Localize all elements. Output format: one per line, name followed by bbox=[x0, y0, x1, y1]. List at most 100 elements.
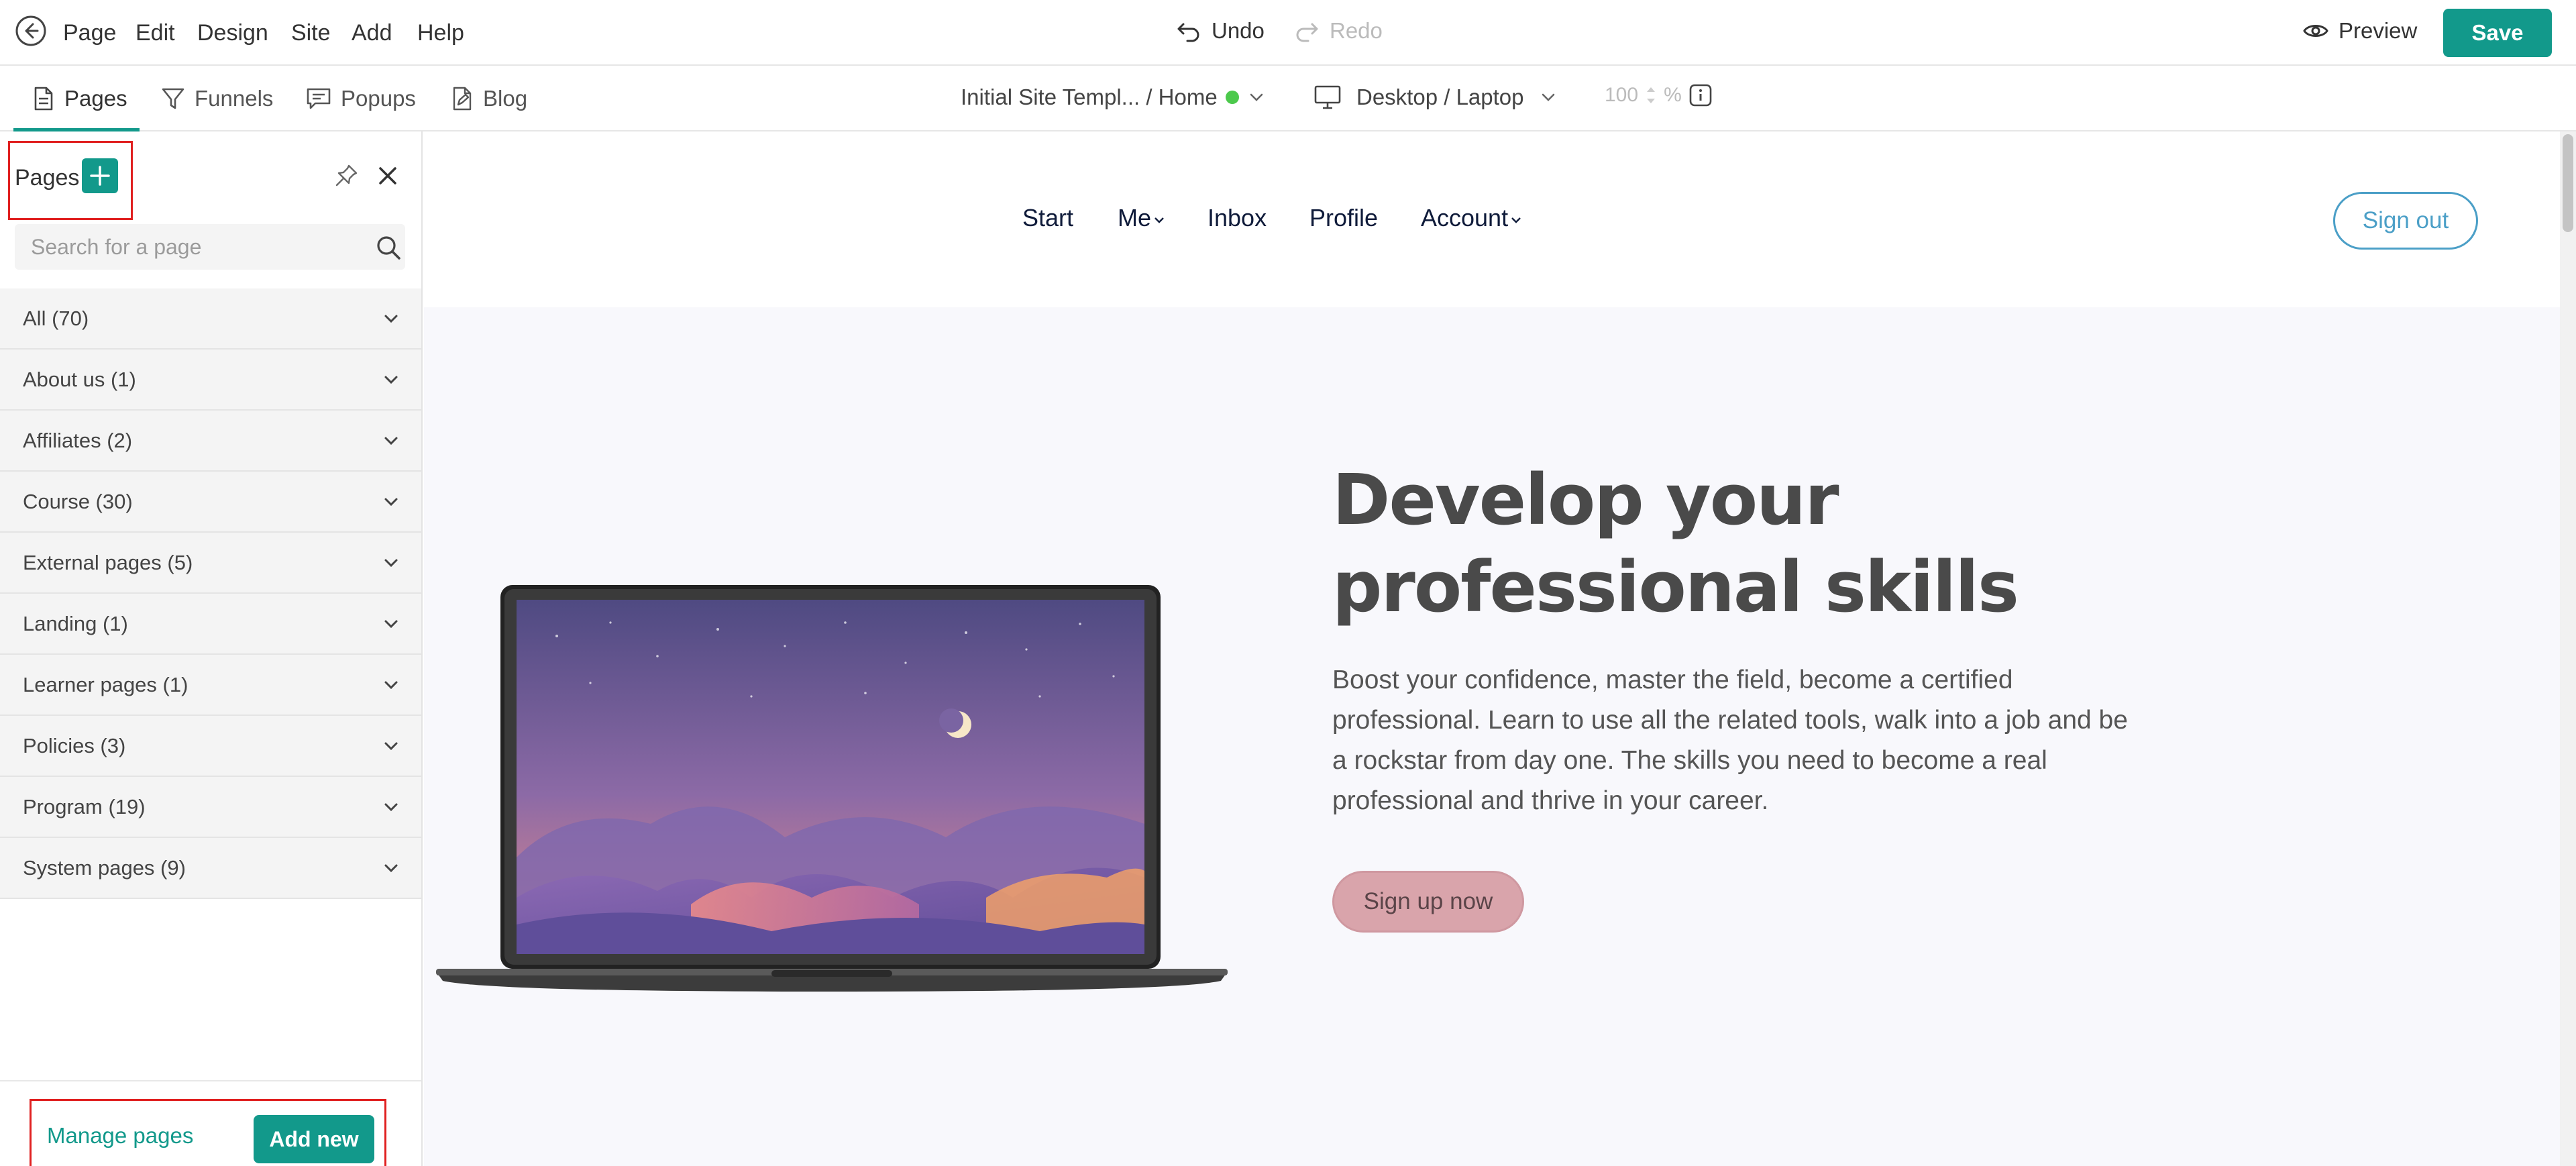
nav-account[interactable]: Account bbox=[1421, 204, 1522, 232]
nav-profile[interactable]: Profile bbox=[1309, 204, 1378, 232]
category-course[interactable]: Course (30) bbox=[0, 472, 421, 533]
tab-pages[interactable]: Pages bbox=[32, 66, 127, 131]
menu-add[interactable]: Add bbox=[352, 20, 392, 46]
tab-popups-label: Popups bbox=[341, 86, 416, 111]
chevron-down-icon bbox=[1155, 217, 1164, 223]
info-icon[interactable] bbox=[1688, 83, 1713, 107]
menu-design[interactable]: Design bbox=[197, 20, 268, 46]
menu-edit[interactable]: Edit bbox=[136, 20, 175, 46]
hero-description: Boost your confidence, master the field,… bbox=[1332, 666, 2128, 815]
redo-button[interactable]: Redo bbox=[1293, 17, 1383, 44]
nav-me[interactable]: Me bbox=[1118, 204, 1165, 232]
menu-page[interactable]: Page bbox=[63, 20, 116, 46]
undo-button[interactable]: Undo bbox=[1175, 17, 1265, 44]
pin-icon[interactable] bbox=[333, 162, 360, 189]
category-label: Course (30) bbox=[23, 489, 133, 513]
tab-funnels-label: Funnels bbox=[195, 86, 274, 111]
pages-sidebar: Pages All (70) About us (1) Affiliates (… bbox=[0, 131, 423, 1166]
preview-label: Preview bbox=[2339, 18, 2418, 43]
menu-site[interactable]: Site bbox=[291, 20, 331, 46]
eye-icon bbox=[2303, 25, 2328, 37]
chevron-down-icon bbox=[384, 315, 398, 323]
category-affiliates[interactable]: Affiliates (2) bbox=[0, 411, 421, 472]
chevron-down-icon bbox=[1511, 217, 1521, 223]
site-header: Start Me Inbox Profile Account Sign out bbox=[424, 131, 2560, 307]
redo-icon bbox=[1296, 23, 1318, 42]
nav-me-label: Me bbox=[1118, 204, 1152, 231]
tab-funnels[interactable]: Funnels bbox=[161, 66, 273, 131]
chevron-down-icon bbox=[384, 742, 398, 750]
add-page-button[interactable] bbox=[82, 158, 118, 193]
hero-section: Develop your professional skills Boost y… bbox=[424, 307, 2560, 1166]
category-system-pages[interactable]: System pages (9) bbox=[0, 838, 421, 899]
save-button[interactable]: Save bbox=[2443, 9, 2552, 57]
undo-icon bbox=[1177, 23, 1199, 42]
published-status-dot bbox=[1225, 91, 1239, 104]
add-new-button[interactable]: Add new bbox=[254, 1115, 374, 1163]
hero-title: Develop your professional skills bbox=[1332, 459, 2019, 628]
category-label: All (70) bbox=[23, 306, 89, 330]
blog-icon bbox=[453, 87, 472, 111]
undo-label: Undo bbox=[1212, 18, 1265, 43]
manage-pages-link[interactable]: Manage pages bbox=[47, 1123, 193, 1149]
page-canvas[interactable]: Start Me Inbox Profile Account Sign out bbox=[424, 131, 2560, 1166]
category-landing[interactable]: Landing (1) bbox=[0, 594, 421, 655]
tab-pages-label: Pages bbox=[64, 86, 127, 111]
category-about-us[interactable]: About us (1) bbox=[0, 350, 421, 411]
top-menu-bar: Page Edit Design Site Add Help Undo Redo… bbox=[0, 0, 2576, 66]
zoom-value[interactable]: 100 bbox=[1605, 84, 1638, 107]
redo-label: Redo bbox=[1330, 18, 1383, 43]
category-all[interactable]: All (70) bbox=[0, 288, 421, 350]
category-label: Affiliates (2) bbox=[23, 428, 133, 452]
scrollbar-thumb[interactable] bbox=[2563, 134, 2573, 232]
sign-up-button[interactable]: Sign up now bbox=[1332, 871, 1524, 933]
category-external-pages[interactable]: External pages (5) bbox=[0, 533, 421, 594]
search-icon[interactable] bbox=[374, 233, 402, 262]
chevron-down-icon bbox=[384, 803, 398, 811]
category-label: Policies (3) bbox=[23, 733, 126, 757]
close-icon[interactable] bbox=[376, 164, 400, 188]
editor-toolbar: Pages Funnels Popups Blog Initial Site T… bbox=[0, 66, 2576, 131]
tab-blog-label: Blog bbox=[483, 86, 528, 111]
monitor-icon bbox=[1314, 85, 1341, 109]
category-program[interactable]: Program (19) bbox=[0, 777, 421, 838]
breadcrumb: Initial Site Templ... / Home bbox=[961, 85, 1218, 109]
category-label: About us (1) bbox=[23, 367, 136, 391]
laptop-illustration bbox=[436, 585, 1228, 992]
plus-icon bbox=[90, 166, 110, 186]
category-label: System pages (9) bbox=[23, 855, 186, 880]
back-icon[interactable] bbox=[15, 15, 47, 47]
popup-icon bbox=[307, 88, 331, 109]
device-label: Desktop / Laptop bbox=[1356, 85, 1524, 109]
search-input[interactable] bbox=[15, 224, 405, 270]
category-policies[interactable]: Policies (3) bbox=[0, 716, 421, 777]
stepper-arrows-icon[interactable] bbox=[1645, 84, 1657, 107]
chevron-down-icon bbox=[1250, 93, 1263, 101]
zoom-control[interactable]: 100 % bbox=[1605, 83, 1713, 107]
category-learner-pages[interactable]: Learner pages (1) bbox=[0, 655, 421, 716]
chevron-down-icon bbox=[384, 498, 398, 506]
category-list: All (70) About us (1) Affiliates (2) Cou… bbox=[0, 288, 421, 899]
page-search bbox=[15, 224, 405, 270]
page-icon bbox=[34, 87, 53, 111]
category-label: Program (19) bbox=[23, 794, 146, 818]
funnel-icon bbox=[162, 88, 184, 109]
tab-blog[interactable]: Blog bbox=[451, 66, 527, 131]
chevron-down-icon bbox=[384, 376, 398, 384]
device-selector[interactable]: Desktop / Laptop bbox=[1313, 85, 1558, 110]
category-label: Landing (1) bbox=[23, 611, 128, 635]
canvas-scrollbar[interactable] bbox=[2560, 131, 2576, 1166]
sidebar-title: Pages bbox=[15, 165, 80, 191]
chevron-down-icon bbox=[384, 437, 398, 445]
site-page-selector[interactable]: Initial Site Templ... / Home bbox=[961, 85, 1266, 110]
menu-help[interactable]: Help bbox=[417, 20, 464, 46]
tab-popups[interactable]: Popups bbox=[306, 66, 416, 131]
preview-button[interactable]: Preview bbox=[2302, 17, 2417, 44]
category-label: External pages (5) bbox=[23, 550, 193, 574]
nav-inbox[interactable]: Inbox bbox=[1208, 204, 1267, 232]
chevron-down-icon bbox=[384, 620, 398, 628]
sign-out-button[interactable]: Sign out bbox=[2333, 192, 2478, 250]
chevron-down-icon bbox=[384, 864, 398, 872]
chevron-down-icon bbox=[384, 559, 398, 567]
nav-start[interactable]: Start bbox=[1022, 204, 1073, 232]
